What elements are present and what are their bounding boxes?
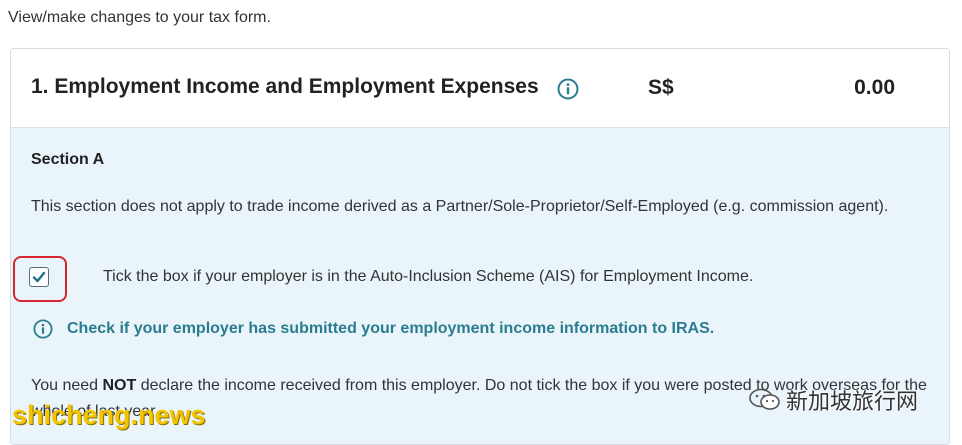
- notice-emphasis: NOT: [102, 377, 137, 394]
- checkmark-icon: [32, 271, 46, 283]
- page-intro-text: View/make changes to your tax form.: [8, 9, 271, 26]
- watermark-text: shicheng.news: [12, 400, 206, 430]
- section-header[interactable]: 1. Employment Income and Employment Expe…: [11, 49, 949, 128]
- section-a-title: Section A: [31, 151, 105, 168]
- section-description: This section does not apply to trade inc…: [31, 198, 889, 215]
- currency-label: S$: [648, 76, 674, 99]
- section-header-title: 1. Employment Income and Employment Expe…: [31, 75, 539, 98]
- check-employer-submission-link[interactable]: Check if your employer has submitted you…: [67, 320, 714, 338]
- info-icon[interactable]: [557, 78, 579, 100]
- info-icon: [33, 319, 53, 339]
- ais-checkbox-label[interactable]: Tick the box if your employer is in the …: [103, 268, 753, 286]
- wechat-logo-icon: [748, 387, 782, 413]
- brand-watermark: 新加坡旅行网: [748, 385, 918, 415]
- ais-checkbox[interactable]: [29, 267, 49, 287]
- section-amount: 0.00: [854, 76, 895, 99]
- brand-name: 新加坡旅行网: [786, 390, 919, 415]
- notice-prefix: You need: [31, 377, 103, 394]
